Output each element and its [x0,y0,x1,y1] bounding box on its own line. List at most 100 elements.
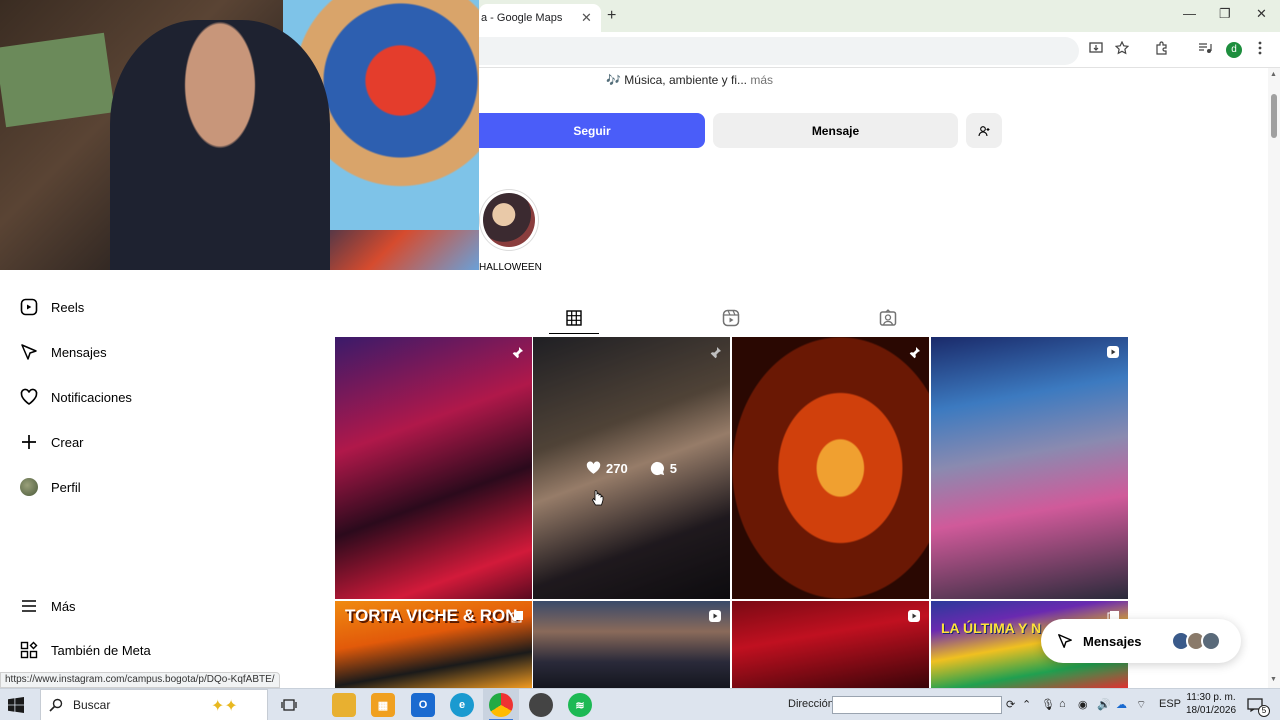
pin-icon [510,345,524,359]
sidebar-item-label: Notificaciones [51,389,132,405]
tab-title: a - Google Maps [481,12,563,24]
bio-text: Música, ambiente y fi... [624,73,748,87]
bio-emoji-icon: 🎶 [606,73,621,87]
link-status-url: https://www.instagram.com/campus.bogota/… [0,672,280,688]
highlight-label: HALLOWEEN [479,262,542,273]
clock-date: 18/01/2026 [1186,705,1237,716]
extensions-icon[interactable] [1155,41,1169,58]
sidebar-item-more[interactable]: Más [18,594,76,618]
reel-icon [1106,345,1120,359]
chrome-icon[interactable] [489,693,513,717]
reels-icon [18,296,40,318]
system-clock[interactable]: 11:30 p. m. 18/01/2026 [1186,691,1236,717]
suggested-accounts-button[interactable] [966,113,1002,148]
location-icon[interactable]: ◉ [1078,698,1088,711]
avatar [18,476,40,498]
add-person-icon [978,125,990,136]
story-highlight[interactable] [479,189,539,251]
microsoft-store-icon[interactable]: ▦ [371,693,395,717]
language-indicator[interactable]: ESP [1159,698,1181,710]
sidebar-item-also-from-meta[interactable]: También de Meta [18,638,151,662]
mouse-cursor-icon [592,490,604,512]
messages-dock[interactable]: Mensajes [1041,619,1241,663]
active-tab-indicator [549,333,599,334]
highlight-cover [483,193,535,247]
likes-count: 270 [586,461,628,476]
wifi-icon[interactable]: ⌔ [1136,698,1146,712]
windows-taskbar: Buscar ✦✦ ▦ O e ≋ Dirección ⟳ ⌃ 🎙 ⌂ ◉ 🔊 … [0,688,1280,720]
profile-bio: 🎶 Música, ambiente y fi... más [606,73,773,87]
browser-tab[interactable]: a - Google Maps ✕ [479,4,601,32]
avatar [1201,631,1221,651]
sparkle-icon: ✦✦ [211,698,238,715]
microphone-icon[interactable]: 🎙 [1041,698,1055,711]
install-app-icon[interactable] [1089,41,1103,58]
address-bar[interactable] [479,37,1079,65]
follow-button[interactable]: Seguir [479,113,705,148]
maximize-button[interactable]: ❐ [1219,6,1231,22]
post-tile[interactable] [732,601,929,688]
tray-expand-icon[interactable]: ⌃ [1022,698,1031,711]
network-icon[interactable]: ⌂ [1059,698,1066,710]
outlook-icon[interactable]: O [411,693,435,717]
messages-dock-label: Mensajes [1083,633,1142,649]
post-tile[interactable] [732,337,929,599]
file-explorer-icon[interactable] [332,693,356,717]
notification-count-badge: 5 [1258,705,1270,717]
spotify-icon[interactable]: ≋ [568,693,592,717]
windows-start-icon[interactable] [8,697,24,713]
obs-icon[interactable] [529,693,553,717]
bookmark-star-icon[interactable] [1114,40,1130,58]
scrollbar-thumb[interactable] [1271,94,1277,138]
media-controls-icon[interactable] [1198,41,1212,58]
bio-more-link[interactable]: más [750,73,773,87]
tab-close-icon[interactable]: ✕ [581,10,592,26]
page-scrollbar[interactable]: ▲ ▼ [1268,68,1280,688]
minimize-button[interactable]: — [1183,6,1196,21]
sidebar-item-messages[interactable]: Mensajes [18,340,107,364]
browser-profile-avatar[interactable]: d [1226,42,1242,58]
task-view-icon[interactable] [277,693,301,717]
new-tab-button[interactable]: + [607,7,616,25]
close-window-button[interactable]: ✕ [1256,6,1267,22]
post-tile[interactable]: TORTA VICHE & RON [335,601,532,688]
webcam-bill-poster [0,32,116,128]
tab-posts[interactable] [564,308,584,328]
post-tile[interactable] [335,337,532,599]
post-tile[interactable] [931,337,1128,599]
post-tile[interactable]: 270 5 [533,337,730,599]
carousel-icon [510,609,524,623]
reels-icon [722,309,740,327]
onedrive-icon[interactable]: ☁ [1116,698,1127,711]
go-arrow-icon[interactable]: ⟳ [1006,698,1015,711]
sidebar-item-notifications[interactable]: Notificaciones [18,385,132,409]
post-tile[interactable] [533,601,730,688]
edge-icon[interactable]: e [450,693,474,717]
sidebar-item-profile[interactable]: Perfil [18,475,81,499]
search-icon [49,698,63,712]
sidebar-item-label: También de Meta [51,642,151,658]
scroll-up-icon[interactable]: ▲ [1270,71,1277,78]
address-toolbar-label: Dirección [788,698,834,710]
sidebar-item-label: Crear [51,434,84,450]
sidebar-item-reels[interactable]: Reels [18,295,84,319]
sidebar-item-label: Perfil [51,479,81,495]
messenger-icon [18,341,40,363]
message-button[interactable]: Mensaje [713,113,958,148]
volume-icon[interactable]: 🔊 [1097,698,1111,711]
tab-reels[interactable] [721,308,741,328]
tile-overlay-text: LA ÚLTIMA Y N [941,620,1042,636]
webcam-person [110,20,330,270]
reel-icon [907,609,921,623]
scroll-down-icon[interactable]: ▼ [1270,676,1277,683]
address-toolbar-input[interactable] [832,696,1002,714]
taskbar-search-placeholder: Buscar [73,698,111,712]
tagged-icon [879,309,897,326]
menu-icon [18,595,40,617]
sidebar-item-create[interactable]: Crear [18,430,84,454]
grid-icon [566,310,582,326]
browser-menu-icon[interactable] [1258,41,1262,58]
taskbar-search-input[interactable]: Buscar ✦✦ [40,689,268,720]
tab-tagged[interactable] [878,308,898,328]
plus-icon [18,431,40,453]
